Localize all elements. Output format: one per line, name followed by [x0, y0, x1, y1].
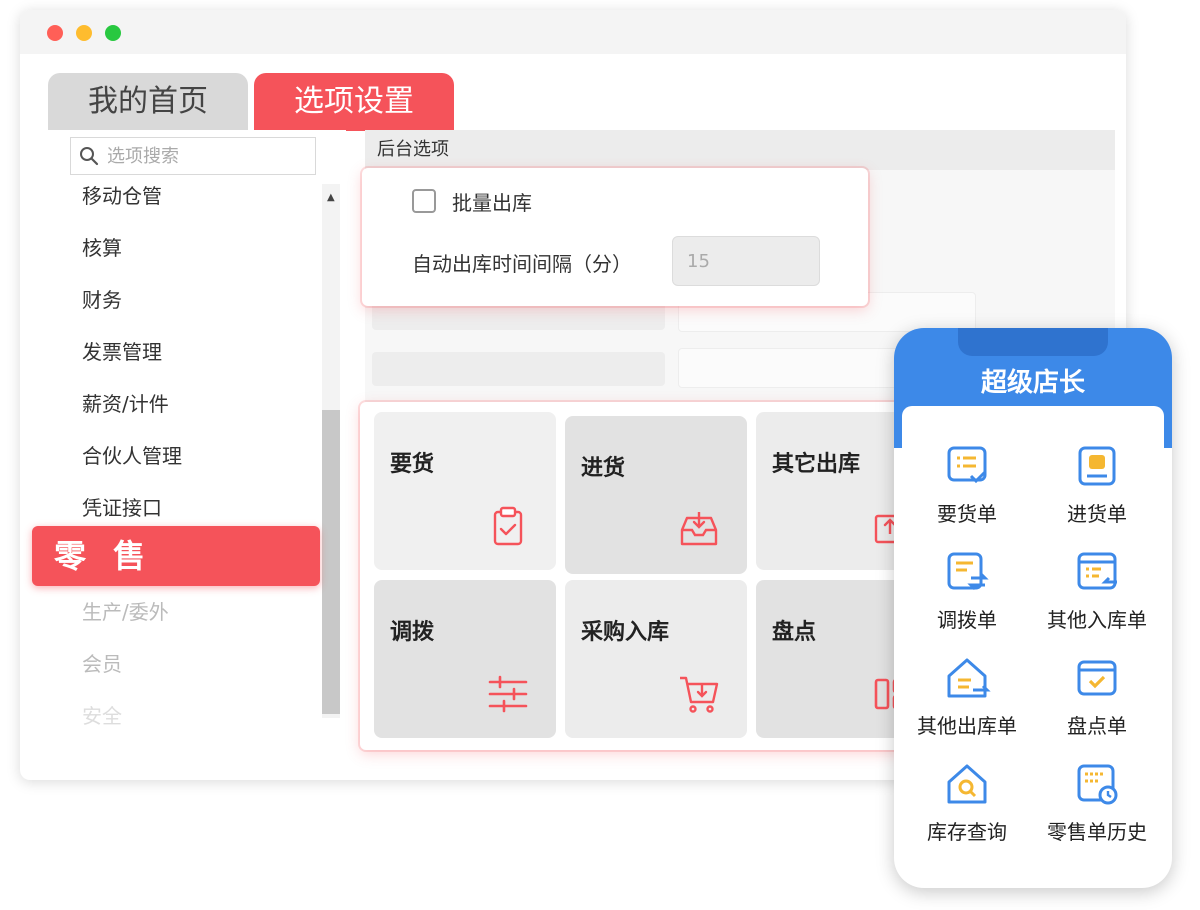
tile-label: 要货 [390, 452, 435, 477]
sidebar-item-payroll[interactable]: 薪资/计件 [82, 388, 169, 417]
transfer-doc-icon [947, 552, 989, 591]
inbox-download-icon [680, 512, 718, 546]
mobile-item-label: 盘点单 [1067, 714, 1127, 738]
mobile-app-preview: 超级店长 要货单 进货单 调拨单 其他入库单 其他出库单 盘点单 库存查询 零售… [894, 328, 1172, 888]
scroll-up-icon[interactable]: ▲ [327, 192, 335, 203]
sidebar-item-security[interactable]: 安全 [82, 700, 122, 729]
retail-function-grid: 要货 进货 其它出库 调拨 采购入库 盘点 [360, 402, 920, 750]
cart-download-icon [680, 676, 719, 713]
mobile-item-request-order[interactable]: 要货单 [902, 442, 1032, 527]
mobile-menu: 要货单 进货单 调拨单 其他入库单 其他出库单 盘点单 库存查询 零售单历史 [902, 406, 1164, 880]
panel-header: 后台选项 [365, 130, 1115, 170]
interval-label: 自动出库时间间隔（分） [412, 252, 632, 276]
mobile-item-receive-order[interactable]: 进货单 [1032, 442, 1162, 527]
tab-options-settings[interactable]: 选项设置 [254, 73, 454, 131]
mobile-item-other-outbound[interactable]: 其他出库单 [902, 654, 1032, 739]
minimize-window-button[interactable] [76, 25, 92, 41]
clipboard-check-icon [493, 506, 523, 546]
tile-transfer[interactable]: 调拨 [374, 580, 556, 738]
tile-label: 进货 [581, 456, 626, 481]
placeholder-row [372, 352, 665, 386]
tile-label: 调拨 [390, 620, 435, 645]
sidebar-item-invoice[interactable]: 发票管理 [82, 336, 162, 365]
search-input[interactable] [107, 142, 307, 170]
batch-outbound-popup: 批量出库 自动出库时间间隔（分） 15 [362, 168, 868, 306]
tile-purchase-inbound[interactable]: 采购入库 [565, 580, 747, 738]
sidebar-item-retail[interactable]: 零 售 [32, 526, 320, 586]
mobile-item-retail-history[interactable]: 零售单历史 [1032, 760, 1162, 845]
mobile-item-other-inbound[interactable]: 其他入库单 [1032, 548, 1162, 633]
sidebar-scroll-thumb[interactable] [322, 410, 340, 714]
sidebar-item-accounting[interactable]: 核算 [82, 232, 122, 261]
tab-home[interactable]: 我的首页 [48, 73, 248, 131]
tile-receive-goods[interactable]: 进货 [565, 416, 747, 574]
sidebar: 移动仓管 核算 财务 发票管理 薪资/计件 合伙人管理 凭证接口 生产/委外 会… [48, 130, 346, 730]
title-bar [20, 10, 1126, 54]
search-box[interactable] [70, 137, 316, 175]
mobile-item-label: 零售单历史 [1047, 820, 1147, 844]
mobile-item-label: 其他入库单 [1047, 608, 1147, 632]
stock-in-icon [1077, 552, 1117, 590]
maximize-window-button[interactable] [105, 25, 121, 41]
sidebar-item-mobile-warehouse[interactable]: 移动仓管 [82, 180, 162, 209]
sidebar-item-partner[interactable]: 合伙人管理 [82, 440, 182, 469]
interval-input[interactable]: 15 [672, 236, 820, 286]
order-list-icon [947, 446, 987, 484]
sidebar-item-member[interactable]: 会员 [82, 648, 122, 677]
tile-label: 采购入库 [581, 620, 670, 645]
sidebar-item-finance[interactable]: 财务 [82, 284, 122, 313]
sidebar-item-voucher[interactable]: 凭证接口 [82, 492, 162, 521]
mobile-item-transfer-order[interactable]: 调拨单 [902, 548, 1032, 633]
receive-goods-icon [1078, 446, 1116, 486]
search-icon [80, 147, 99, 166]
mobile-item-stocktake[interactable]: 盘点单 [1032, 654, 1162, 739]
stock-out-icon [947, 658, 991, 698]
tile-label: 盘点 [772, 620, 817, 645]
mobile-item-stock-query[interactable]: 库存查询 [902, 760, 1032, 845]
mobile-item-label: 调拨单 [937, 608, 997, 632]
phone-notch [958, 328, 1108, 356]
mobile-item-label: 要货单 [937, 502, 997, 526]
mobile-item-label: 库存查询 [927, 820, 1007, 844]
stock-search-icon [947, 764, 987, 804]
batch-outbound-checkbox[interactable] [412, 189, 436, 213]
sliders-icon [488, 675, 528, 713]
tile-request-goods[interactable]: 要货 [374, 412, 556, 570]
batch-outbound-label: 批量出库 [452, 191, 532, 215]
close-window-button[interactable] [47, 25, 63, 41]
retail-history-icon [1077, 764, 1118, 805]
sidebar-item-production[interactable]: 生产/委外 [82, 596, 169, 625]
mobile-item-label: 其他出库单 [917, 714, 1017, 738]
tile-label: 其它出库 [772, 452, 861, 477]
inventory-check-icon [1077, 660, 1117, 696]
mobile-app-title: 超级店长 [980, 368, 1085, 398]
mobile-item-label: 进货单 [1067, 502, 1127, 526]
